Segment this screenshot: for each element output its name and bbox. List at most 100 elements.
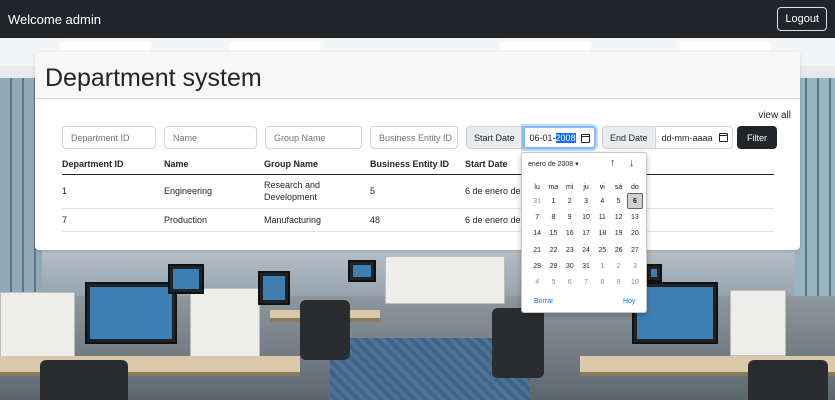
calendar-day[interactable]: 5 (610, 193, 626, 209)
cabinet (730, 290, 786, 356)
ceiling-light (680, 42, 770, 50)
group-name-input[interactable]: Group Name (265, 126, 362, 149)
calendar-day[interactable]: 31 (578, 258, 594, 274)
logout-button[interactable]: Logout (777, 7, 827, 31)
filter-button[interactable]: Filter (737, 126, 777, 149)
calendar-day[interactable]: 13 (627, 209, 643, 225)
table-row[interactable]: 1 Engineering Research and Development 5… (62, 174, 774, 209)
start-date-group: Start Date 06-01-2008 (466, 126, 596, 149)
monitor (258, 271, 290, 305)
chair (748, 360, 828, 400)
column-header[interactable]: Business Entity ID (370, 155, 465, 175)
calendar-day[interactable]: 21 (529, 242, 545, 258)
month-year-dropdown[interactable]: enero de 2008 ▾ (528, 160, 579, 168)
calendar-day[interactable]: 25 (594, 242, 610, 258)
calendar-day[interactable]: 30 (562, 258, 578, 274)
calendar-day[interactable]: 24 (578, 242, 594, 258)
calendar-day[interactable]: 27 (627, 242, 643, 258)
monitor (646, 264, 662, 282)
end-date-group: End Date dd-mm-aaaa (602, 126, 733, 149)
calendar-day[interactable]: 10 (578, 209, 594, 225)
calendar-day[interactable]: 5 (545, 274, 561, 290)
calendar-day[interactable]: 6 (626, 193, 644, 210)
start-date-label: Start Date (466, 126, 523, 149)
calendar-icon[interactable] (580, 134, 590, 143)
calendar-day[interactable]: 23 (562, 242, 578, 258)
date-picker-popup: enero de 2008 ▾ ↑ ↓ lu ma mi ju vi sá do 31 1 2 3 4… (521, 152, 647, 313)
view-all-link[interactable]: view all (758, 110, 791, 121)
calendar-day[interactable]: 7 (578, 274, 594, 290)
department-table: Department ID Name Group Name Business E… (62, 155, 774, 232)
calendar-day[interactable]: 7 (529, 209, 545, 225)
calendar-icon[interactable] (718, 133, 728, 142)
calendar-day[interactable]: 6 (562, 274, 578, 290)
cabinet (385, 256, 505, 304)
calendar-day[interactable]: 14 (529, 226, 545, 242)
calendar-grid: lu ma mi ju vi sá do 31 1 2 3 4 5 6 7 8 9 10 11 12 13 14 15 16 1… (529, 181, 644, 291)
calendar-day[interactable]: 2 (610, 258, 626, 274)
calendar-day[interactable]: 10 (627, 274, 643, 290)
calendar-day[interactable]: 8 (545, 209, 561, 225)
calendar-day[interactable]: 9 (610, 274, 626, 290)
calendar-day[interactable]: 3 (627, 258, 643, 274)
next-month-arrow-icon[interactable]: ↓ (629, 157, 635, 169)
calendar-day[interactable]: 16 (562, 226, 578, 242)
column-header[interactable]: Name (164, 155, 264, 175)
table-cell: Research and Development (264, 174, 370, 209)
weekday-label: mi (566, 183, 574, 191)
monitor (85, 282, 177, 344)
name-input[interactable]: Name (164, 126, 257, 149)
table-cell: Manufacturing (264, 208, 370, 232)
weekday-label: sá (614, 183, 623, 191)
table-cell: Engineering (164, 174, 264, 209)
end-date-label: End Date (602, 126, 656, 149)
calendar-day[interactable]: 19 (610, 226, 626, 242)
calendar-day[interactable]: 9 (562, 209, 578, 225)
chair (300, 300, 350, 360)
department-id-input[interactable]: Department ID (62, 126, 156, 149)
monitor (168, 264, 204, 294)
calendar-day[interactable]: 22 (545, 242, 561, 258)
calendar-day[interactable]: 20 (627, 226, 643, 242)
table-header-row: Department ID Name Group Name Business E… (62, 155, 774, 175)
calendar-day[interactable]: 8 (594, 274, 610, 290)
start-date-value-prefix: 06-01- (529, 133, 556, 143)
calendar-day[interactable]: 31 (529, 193, 545, 209)
table-cell: 48 (370, 208, 465, 232)
weekday-label: vi (599, 183, 605, 191)
calendar-day[interactable]: 15 (545, 226, 561, 242)
calendar-day[interactable]: 28 (529, 258, 545, 274)
weekday-label: ma (548, 183, 559, 191)
end-date-input[interactable]: dd-mm-aaaa (655, 126, 733, 149)
calendar-day[interactable]: 29 (545, 258, 561, 274)
column-header[interactable]: Group Name (264, 155, 370, 175)
business-entity-id-input[interactable]: Business Entity ID (370, 126, 458, 149)
clear-date-button[interactable]: Borrar (534, 298, 553, 305)
page-title: Department system (45, 64, 262, 92)
calendar-day[interactable]: 11 (594, 209, 610, 225)
cabinet (190, 288, 260, 366)
cabinet (0, 292, 75, 362)
calendar-day[interactable]: 3 (578, 193, 594, 209)
column-header[interactable]: Department ID (62, 155, 164, 175)
calendar-day[interactable]: 18 (594, 226, 610, 242)
calendar-day[interactable]: 12 (610, 209, 626, 225)
start-date-input[interactable]: 06-01-2008 (522, 126, 596, 149)
welcome-text: Welcome admin (8, 11, 101, 27)
table-row[interactable]: 7 Production Manufacturing 48 6 de enero… (62, 208, 774, 232)
calendar-day[interactable]: 17 (578, 226, 594, 242)
today-button[interactable]: Hoy (623, 298, 635, 305)
table-cell: 5 (370, 174, 465, 209)
calendar-day[interactable]: 4 (529, 274, 545, 290)
calendar-day[interactable]: 2 (562, 193, 578, 209)
calendar-day[interactable]: 4 (594, 193, 610, 209)
table-cell: 7 (62, 208, 164, 232)
card-header: Department system (35, 52, 800, 99)
previous-month-arrow-icon[interactable]: ↑ (610, 157, 616, 169)
ceiling-light (60, 42, 150, 50)
ceiling-light (500, 42, 590, 50)
chair (492, 308, 544, 378)
calendar-day[interactable]: 1 (545, 193, 561, 209)
calendar-day[interactable]: 1 (594, 258, 610, 274)
calendar-day[interactable]: 26 (610, 242, 626, 258)
